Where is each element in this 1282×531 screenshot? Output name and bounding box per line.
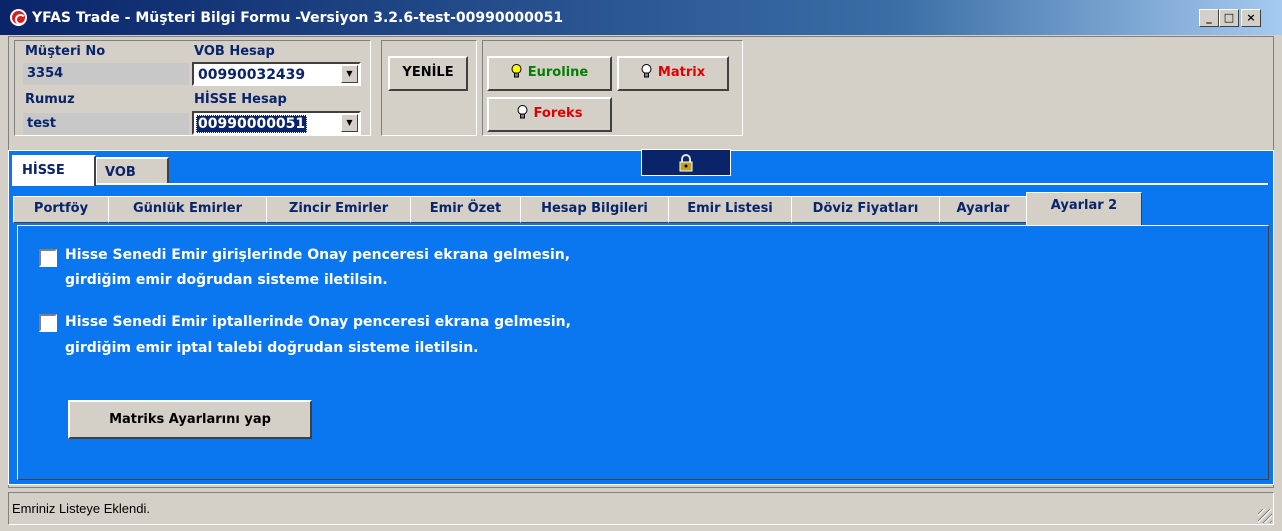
status-text: Emriniz Listeye Eklendi. [12, 501, 150, 516]
foreks-button[interactable]: Foreks [487, 97, 612, 132]
option2-label-line1: Hisse Senedi Emir iptallerinde Onay penc… [65, 314, 571, 330]
tab-emir-ozet[interactable]: Emir Özet [410, 196, 521, 223]
rumuz-label: Rumuz [25, 92, 75, 107]
option2-label-line2: girdiğim emir iptal talebi doğrudan sist… [65, 340, 479, 356]
lightbulb-on-icon [511, 64, 522, 78]
refresh-group: YENİLE [381, 40, 477, 136]
lock-status[interactable] [641, 149, 731, 176]
lightbulb-off-icon [517, 105, 528, 119]
tab-vob[interactable]: VOB [95, 157, 169, 185]
euroline-label: Euroline [527, 65, 589, 80]
musteri-no-label: Müşteri No [25, 44, 106, 59]
app-logo-icon [10, 9, 27, 26]
tab-portfoy[interactable]: Portföy [13, 196, 109, 223]
matriks-settings-button[interactable]: Matriks Ayarlarını yap [68, 400, 312, 439]
data-feed-group: Euroline Matrix Foreks [482, 40, 743, 136]
chevron-down-icon[interactable]: ▼ [341, 65, 358, 83]
foreks-label: Foreks [533, 106, 583, 121]
minimize-button[interactable]: _ [1199, 9, 1219, 27]
vob-hesap-value: 00990032439 [198, 67, 306, 83]
resize-grip-icon[interactable] [1258, 509, 1272, 523]
lightbulb-off-icon [641, 64, 652, 78]
status-bar: Emriniz Listeye Eklendi. [8, 492, 1274, 525]
tab-ayarlar-2[interactable]: Ayarlar 2 [1026, 192, 1142, 225]
tab-gunluk-emirler[interactable]: Günlük Emirler [108, 196, 267, 223]
tab-ayarlar[interactable]: Ayarlar [939, 196, 1027, 223]
musteri-no-value: 3354 [23, 63, 189, 85]
title-bar: YFAS Trade - Müşteri Bilgi Formu -Versiy… [0, 0, 1282, 36]
hisse-hesap-label: HİSSE Hesap [194, 92, 287, 107]
vob-hesap-label: VOB Hesap [194, 44, 275, 59]
euroline-button[interactable]: Euroline [487, 56, 612, 91]
lock-icon [679, 154, 693, 172]
option2-checkbox[interactable] [39, 314, 57, 332]
tab-divider [12, 183, 1268, 185]
matrix-button[interactable]: Matrix [617, 56, 729, 91]
option1-label-line2: girdiğim emir doğrudan sisteme iletilsin… [65, 272, 388, 288]
settings-panel: Hisse Senedi Emir girişlerinde Onay penc… [17, 225, 1269, 480]
option1-checkbox[interactable] [39, 249, 57, 267]
tab-emir-listesi[interactable]: Emir Listesi [668, 196, 792, 223]
vob-hesap-select[interactable]: 00990032439 ▼ [192, 62, 361, 86]
yenile-button[interactable]: YENİLE [388, 56, 468, 91]
tab-hisse[interactable]: HİSSE [12, 155, 96, 186]
customer-info-group: Müşteri No 3354 Rumuz test VOB Hesap 009… [14, 40, 371, 136]
chevron-down-icon[interactable]: ▼ [341, 114, 358, 132]
tab-hesap-bilgileri[interactable]: Hesap Bilgileri [520, 196, 669, 223]
tab-doviz-fiyatlari[interactable]: Döviz Fiyatları [791, 196, 940, 223]
window-title: YFAS Trade - Müşteri Bilgi Formu -Versiy… [32, 10, 564, 26]
close-button[interactable]: × [1241, 9, 1261, 27]
tab-zincir-emirler[interactable]: Zincir Emirler [266, 196, 411, 223]
option1-label-line1: Hisse Senedi Emir girişlerinde Onay penc… [65, 247, 571, 263]
hisse-hesap-select[interactable]: 00990000051 ▼ [192, 111, 361, 135]
matrix-label: Matrix [657, 65, 706, 80]
maximize-button[interactable]: □ [1219, 9, 1239, 27]
hisse-hesap-value: 00990000051 [196, 115, 308, 133]
rumuz-value: test [23, 113, 189, 135]
